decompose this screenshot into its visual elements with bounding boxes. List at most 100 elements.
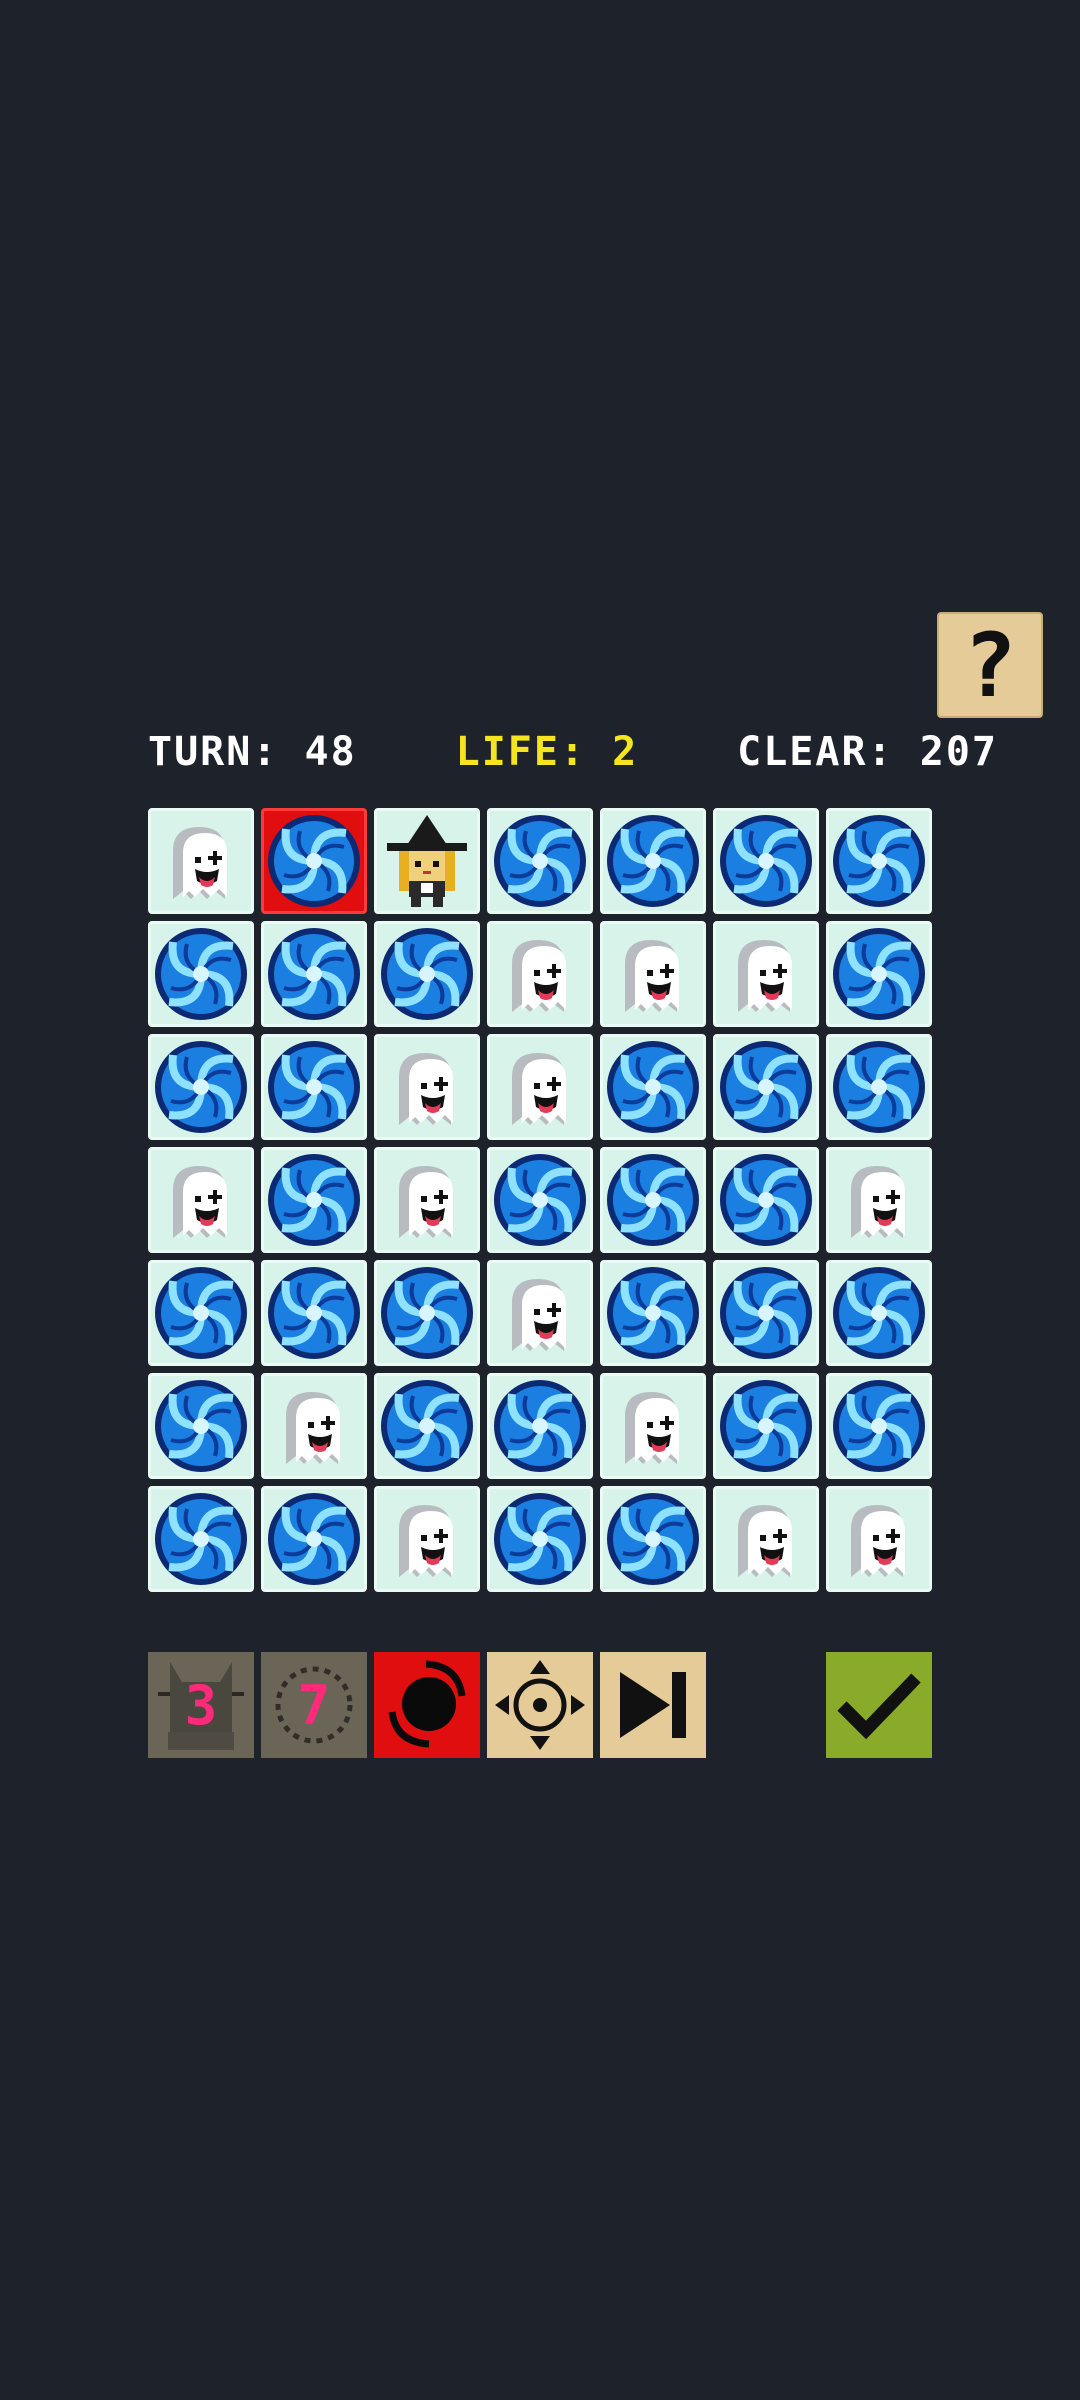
vortex-icon bbox=[716, 1376, 816, 1476]
vortex-icon bbox=[603, 1489, 703, 1589]
skip-turn-icon bbox=[600, 1652, 706, 1758]
vortex-icon bbox=[151, 1376, 251, 1476]
board-tile[interactable] bbox=[826, 1486, 932, 1592]
board-tile[interactable] bbox=[374, 1260, 480, 1366]
vortex-icon bbox=[603, 1150, 703, 1250]
black-hole-button[interactable] bbox=[374, 1652, 480, 1758]
board-tile[interactable] bbox=[374, 1034, 480, 1140]
vortex-icon bbox=[490, 1489, 590, 1589]
cat-counter-value: 3 bbox=[184, 1673, 218, 1737]
ghost-icon bbox=[151, 811, 251, 911]
board-tile[interactable] bbox=[600, 1486, 706, 1592]
board-tile[interactable] bbox=[713, 1260, 819, 1366]
ghost-icon bbox=[716, 924, 816, 1024]
board-tile[interactable] bbox=[487, 1147, 593, 1253]
board-tile[interactable] bbox=[374, 1486, 480, 1592]
board-tile[interactable] bbox=[600, 1147, 706, 1253]
board-tile[interactable] bbox=[148, 1260, 254, 1366]
board-tile[interactable] bbox=[487, 1373, 593, 1479]
ring-counter-button[interactable]: 7 bbox=[261, 1652, 367, 1758]
board-tile[interactable] bbox=[600, 808, 706, 914]
board-tile[interactable] bbox=[487, 1260, 593, 1366]
vortex-icon bbox=[716, 811, 816, 911]
board-tile[interactable] bbox=[826, 1147, 932, 1253]
help-question-icon: ? bbox=[963, 613, 1017, 717]
cat-counter-button[interactable]: 3 bbox=[148, 1652, 254, 1758]
board-tile[interactable] bbox=[261, 1260, 367, 1366]
vortex-icon bbox=[829, 924, 929, 1024]
game-screen: ? TURN: 48 LIFE: 2 CLEAR: 207 3 7 bbox=[0, 0, 1080, 2400]
board-tile[interactable] bbox=[148, 808, 254, 914]
board-tile[interactable] bbox=[487, 1034, 593, 1140]
ghost-icon bbox=[603, 1376, 703, 1476]
board-tile[interactable] bbox=[600, 1373, 706, 1479]
vortex-icon bbox=[603, 811, 703, 911]
board-tile[interactable] bbox=[261, 1486, 367, 1592]
life-value: 2 bbox=[612, 729, 639, 775]
board-tile[interactable] bbox=[487, 1486, 593, 1592]
vortex-icon bbox=[151, 924, 251, 1024]
board-tile[interactable] bbox=[713, 1373, 819, 1479]
board-tile[interactable] bbox=[148, 1486, 254, 1592]
board-tile[interactable] bbox=[374, 808, 480, 914]
board-tile[interactable] bbox=[148, 1034, 254, 1140]
move-cross-icon bbox=[487, 1652, 593, 1758]
board-tile[interactable] bbox=[713, 808, 819, 914]
action-toolbar: 3 7 bbox=[148, 1652, 932, 1758]
board-tile[interactable] bbox=[487, 921, 593, 1027]
witch-icon bbox=[377, 811, 477, 911]
board-tile[interactable] bbox=[374, 1373, 480, 1479]
vortex-icon bbox=[490, 1150, 590, 1250]
board-tile[interactable] bbox=[713, 921, 819, 1027]
board-tile[interactable] bbox=[374, 921, 480, 1027]
clear-label: CLEAR: bbox=[737, 729, 894, 775]
black-hole-icon bbox=[374, 1652, 480, 1758]
board-tile[interactable] bbox=[713, 1486, 819, 1592]
vortex-icon bbox=[264, 924, 364, 1024]
board-tile[interactable] bbox=[261, 1373, 367, 1479]
board-tile[interactable] bbox=[713, 1034, 819, 1140]
board-tile[interactable] bbox=[826, 808, 932, 914]
vortex-icon bbox=[603, 1263, 703, 1363]
board-tile[interactable] bbox=[826, 1373, 932, 1479]
board-tile[interactable] bbox=[148, 1147, 254, 1253]
board-tile[interactable] bbox=[261, 921, 367, 1027]
board-tile[interactable] bbox=[374, 1147, 480, 1253]
skip-turn-button[interactable] bbox=[600, 1652, 706, 1758]
vortex-icon bbox=[264, 1489, 364, 1589]
checkmark-icon bbox=[826, 1652, 932, 1758]
board-tile[interactable] bbox=[261, 808, 367, 914]
ghost-icon bbox=[377, 1150, 477, 1250]
board-tile[interactable] bbox=[600, 1260, 706, 1366]
board-tile[interactable] bbox=[600, 1034, 706, 1140]
ghost-icon bbox=[377, 1489, 477, 1589]
ghost-icon bbox=[829, 1150, 929, 1250]
life-label: LIFE: bbox=[455, 729, 587, 775]
vortex-icon bbox=[151, 1263, 251, 1363]
board-tile[interactable] bbox=[600, 921, 706, 1027]
board-tile[interactable] bbox=[826, 921, 932, 1027]
ghost-icon bbox=[377, 1037, 477, 1137]
confirm-button[interactable] bbox=[826, 1652, 932, 1758]
board-tile[interactable] bbox=[261, 1034, 367, 1140]
clear-counter: CLEAR: 207 bbox=[737, 729, 998, 775]
board-tile[interactable] bbox=[713, 1147, 819, 1253]
ghost-icon bbox=[829, 1489, 929, 1589]
game-board bbox=[148, 808, 932, 1592]
move-cross-button[interactable] bbox=[487, 1652, 593, 1758]
board-tile[interactable] bbox=[487, 808, 593, 914]
board-tile[interactable] bbox=[148, 1373, 254, 1479]
board-tile[interactable] bbox=[826, 1260, 932, 1366]
help-button[interactable]: ? bbox=[937, 612, 1043, 718]
ghost-icon bbox=[603, 924, 703, 1024]
ghost-icon bbox=[151, 1150, 251, 1250]
vortex-icon bbox=[490, 811, 590, 911]
board-tile[interactable] bbox=[826, 1034, 932, 1140]
vortex-icon bbox=[377, 1263, 477, 1363]
vortex-icon bbox=[716, 1037, 816, 1137]
life-counter: LIFE: 2 bbox=[456, 729, 639, 775]
turn-counter: TURN: 48 bbox=[148, 729, 357, 775]
ghost-icon bbox=[490, 1037, 590, 1137]
board-tile[interactable] bbox=[148, 921, 254, 1027]
board-tile[interactable] bbox=[261, 1147, 367, 1253]
